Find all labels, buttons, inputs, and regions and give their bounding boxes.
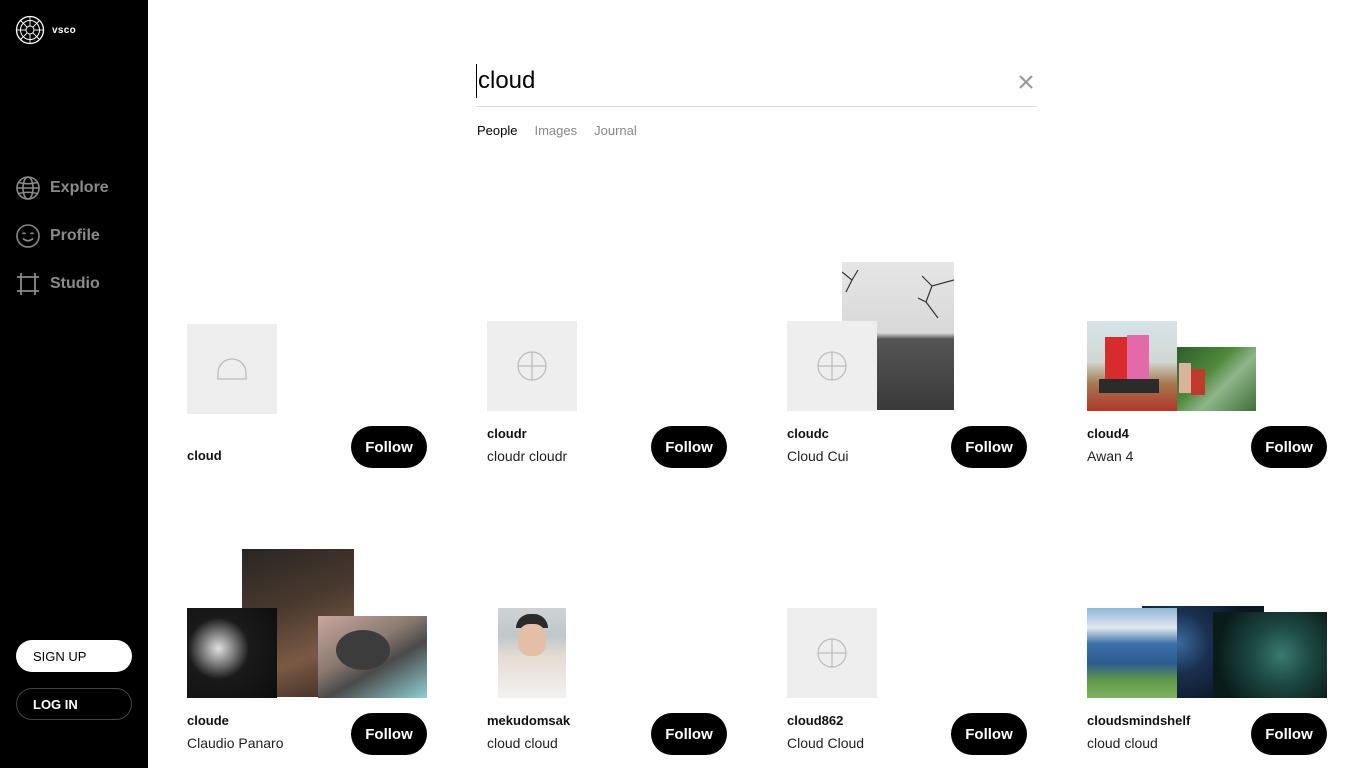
smiley-icon	[16, 224, 40, 248]
nav-label-profile: Profile	[50, 227, 100, 244]
nav-label-explore: Explore	[50, 179, 109, 196]
display-name: Cloud Cloud	[787, 735, 865, 751]
follow-button[interactable]: Follow	[1251, 713, 1327, 755]
sign-up-button[interactable]: SIGN UP	[16, 640, 132, 672]
display-name: Awan 4	[1087, 448, 1134, 464]
search-bar	[476, 60, 1037, 107]
brand-name: vsco	[52, 24, 76, 36]
user-thumbnails[interactable]	[1087, 262, 1327, 412]
username[interactable]: mekudomsak	[487, 713, 570, 728]
photo-thumbnail	[1087, 608, 1177, 698]
tab-people[interactable]: People	[477, 123, 517, 138]
photo-thumbnail	[1087, 321, 1177, 411]
placeholder-crosshair-icon	[517, 351, 547, 381]
user-card: cloud862 Cloud Cloud Follow	[787, 549, 1027, 755]
placeholder-crosshair-icon	[817, 351, 847, 381]
follow-button[interactable]: Follow	[651, 713, 727, 755]
close-icon[interactable]	[1017, 73, 1035, 91]
display-name: cloud cloud	[1087, 735, 1158, 751]
photo-thumbnail	[1213, 612, 1327, 698]
user-card: cloudr cloudr cloudr Follow	[487, 262, 727, 468]
avatar	[187, 324, 277, 414]
follow-button[interactable]: Follow	[351, 426, 427, 468]
sidebar: vsco Explore Profile Studio SIGN UP LOG …	[0, 0, 148, 768]
display-name: Cloud Cui	[787, 448, 849, 464]
vsco-logo-icon	[15, 15, 45, 45]
photo-thumbnail	[187, 608, 277, 698]
user-thumbnails[interactable]	[787, 549, 1027, 699]
search-input[interactable]	[476, 64, 996, 98]
display-name: cloudr cloudr	[487, 448, 568, 464]
search-tabs: People Images Journal	[477, 123, 654, 138]
follow-button[interactable]: Follow	[951, 426, 1027, 468]
nav-item-studio[interactable]: Studio	[15, 260, 109, 308]
user-thumbnails[interactable]	[187, 262, 427, 414]
username[interactable]: cloud4	[1087, 426, 1129, 441]
nav-item-explore[interactable]: Explore	[15, 164, 109, 212]
nav-label-studio: Studio	[50, 275, 100, 292]
follow-button[interactable]: Follow	[1251, 426, 1327, 468]
crop-icon	[17, 273, 39, 295]
user-card: cloud4 Awan 4 Follow	[1087, 262, 1327, 468]
display-name: cloud cloud	[487, 735, 558, 751]
avatar	[487, 321, 577, 411]
photo-thumbnail	[318, 616, 427, 698]
photo-thumbnail	[1177, 347, 1256, 411]
user-card: mekudomsak cloud cloud Follow	[487, 549, 727, 755]
avatar	[787, 321, 877, 411]
username[interactable]: cloud	[187, 448, 222, 463]
user-card: cloudc Cloud Cui Follow	[787, 262, 1027, 468]
follow-button[interactable]: Follow	[951, 713, 1027, 755]
username[interactable]: cloudc	[787, 426, 829, 441]
user-thumbnails[interactable]	[487, 262, 727, 412]
user-card: cloud Follow	[187, 262, 427, 468]
avatar	[787, 608, 877, 698]
sidebar-nav: Explore Profile Studio	[15, 164, 109, 308]
user-card: cloude Claudio Panaro Follow	[187, 549, 427, 755]
user-card: cloudsmindshelf cloud cloud Follow	[1087, 549, 1327, 755]
user-thumbnails[interactable]	[1087, 549, 1327, 699]
avatar	[498, 608, 566, 698]
placeholder-dome-icon	[217, 358, 247, 380]
tab-journal[interactable]: Journal	[594, 123, 637, 138]
user-thumbnails[interactable]	[787, 262, 1027, 412]
globe-icon	[16, 176, 40, 200]
user-thumbnails[interactable]	[187, 549, 427, 699]
log-in-button[interactable]: LOG IN	[16, 688, 132, 720]
display-name: Claudio Panaro	[187, 735, 284, 751]
placeholder-crosshair-icon	[817, 638, 847, 668]
follow-button[interactable]: Follow	[351, 713, 427, 755]
nav-item-profile[interactable]: Profile	[15, 212, 109, 260]
tab-images[interactable]: Images	[534, 123, 577, 138]
follow-button[interactable]: Follow	[651, 426, 727, 468]
user-thumbnails[interactable]	[487, 549, 727, 699]
username[interactable]: cloud862	[787, 713, 843, 728]
username[interactable]: cloudsmindshelf	[1087, 713, 1190, 728]
username[interactable]: cloude	[187, 713, 229, 728]
username[interactable]: cloudr	[487, 426, 527, 441]
brand[interactable]: vsco	[15, 15, 76, 45]
